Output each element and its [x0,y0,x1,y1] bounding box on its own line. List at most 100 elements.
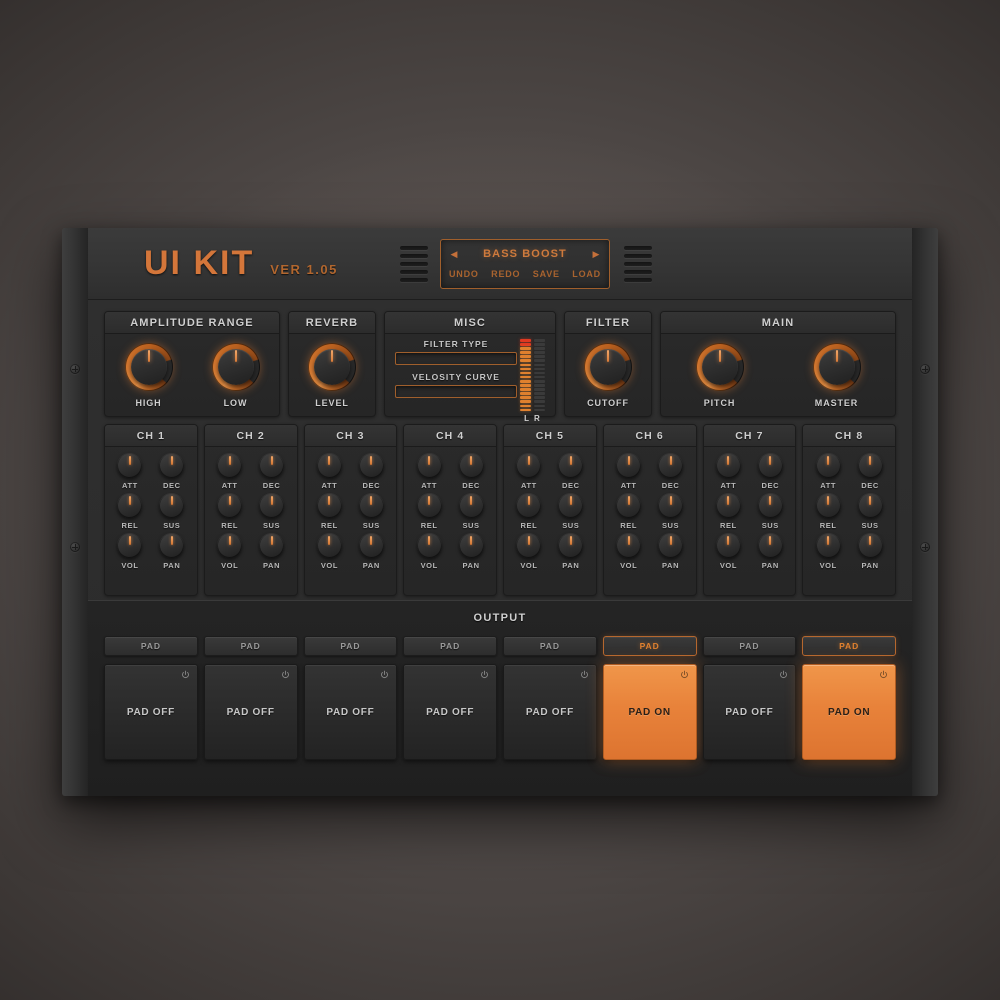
drum-pad[interactable]: PAD OFF [403,664,497,760]
knob-sus[interactable]: SUS [350,493,392,532]
knob-low-dial[interactable] [211,343,260,391]
knob-pan[interactable]: PAN [350,533,392,572]
preset-display[interactable]: ◀ BASS BOOST ▶ UNDO REDO SAVE LOAD [440,239,610,289]
knob-att-dial[interactable] [217,453,243,478]
knob-att-dial[interactable] [117,453,143,478]
knob-dec-dial[interactable] [358,453,384,478]
drum-pad[interactable]: PAD ON [602,664,697,760]
knob-pan-dial[interactable] [857,533,883,558]
preset-prev-icon[interactable]: ◀ [448,249,460,259]
knob-pan[interactable]: PAN [151,533,193,572]
knob-att-dial[interactable] [616,453,642,478]
knob-vol-dial[interactable] [117,533,143,558]
knob-sus-dial[interactable] [857,493,883,518]
knob-pan[interactable]: PAN [849,533,891,572]
knob-rel[interactable]: REL [408,493,450,532]
knob-vol-dial[interactable] [217,533,243,558]
knob-sus-dial[interactable] [358,493,384,518]
knob-dec[interactable]: DEC [251,453,293,492]
knob-rel-dial[interactable] [516,493,542,518]
knob-vol-dial[interactable] [815,533,841,558]
knob-att[interactable]: ATT [508,453,550,492]
knob-att-dial[interactable] [516,453,542,478]
knob-rel[interactable]: REL [807,493,849,532]
preset-next-icon[interactable]: ▶ [590,249,602,259]
power-icon[interactable] [580,670,589,679]
knob-rel[interactable]: REL [708,493,750,532]
knob-vol[interactable]: VOL [109,533,151,572]
knob-sus-dial[interactable] [757,493,783,518]
knob-cutoff-dial[interactable] [584,343,632,391]
redo-button[interactable]: REDO [491,269,520,279]
knob-vol-dial[interactable] [516,533,542,558]
knob-att[interactable]: ATT [109,453,151,492]
pad-select-button[interactable]: PAD [403,636,497,656]
knob-rel-dial[interactable] [616,493,642,518]
knob-sus[interactable]: SUS [749,493,791,532]
knob-rel-dial[interactable] [815,493,841,518]
knob-dec-dial[interactable] [159,453,185,478]
pad-select-button[interactable]: PAD [702,636,797,656]
knob-rel[interactable]: REL [608,493,650,532]
knob-pan-dial[interactable] [558,533,584,558]
power-icon[interactable] [281,670,290,679]
knob-pitch[interactable]: PITCH [695,343,744,408]
knob-att[interactable]: ATT [209,453,251,492]
knob-pan-dial[interactable] [259,533,285,558]
pad-select-button[interactable]: PAD [802,636,896,656]
knob-dec[interactable]: DEC [749,453,791,492]
undo-button[interactable]: UNDO [449,269,479,279]
knob-level-dial[interactable] [308,343,356,391]
pad-select-button[interactable]: PAD [602,636,697,656]
knob-vol-dial[interactable] [616,533,642,558]
knob-vol[interactable]: VOL [608,533,650,572]
knob-level[interactable]: LEVEL [308,343,356,408]
knob-pan-dial[interactable] [458,533,484,558]
knob-rel[interactable]: REL [209,493,251,532]
knob-pan[interactable]: PAN [450,533,492,572]
knob-vol[interactable]: VOL [508,533,550,572]
knob-att[interactable]: ATT [608,453,650,492]
knob-dec[interactable]: DEC [151,453,193,492]
knob-low[interactable]: LOW [211,343,260,408]
knob-sus-dial[interactable] [159,493,185,518]
knob-rel-dial[interactable] [715,493,741,518]
knob-att-dial[interactable] [715,453,741,478]
knob-dec[interactable]: DEC [550,453,592,492]
knob-pan-dial[interactable] [658,533,684,558]
load-button[interactable]: LOAD [572,269,601,279]
knob-sus[interactable]: SUS [849,493,891,532]
knob-vol-dial[interactable] [316,533,342,558]
knob-att-dial[interactable] [416,453,442,478]
power-icon[interactable] [380,670,389,679]
power-icon[interactable] [680,670,689,679]
knob-dec-dial[interactable] [558,453,584,478]
filter-type-input[interactable] [395,352,517,365]
drum-pad[interactable]: PAD ON [802,664,896,760]
knob-vol-dial[interactable] [715,533,741,558]
velocity-curve-input[interactable] [395,385,517,398]
knob-sus[interactable]: SUS [151,493,193,532]
knob-pan-dial[interactable] [358,533,384,558]
knob-sus-dial[interactable] [259,493,285,518]
knob-att[interactable]: ATT [309,453,351,492]
knob-sus[interactable]: SUS [650,493,692,532]
knob-pan-dial[interactable] [757,533,783,558]
power-icon[interactable] [181,670,190,679]
knob-cutoff[interactable]: CUTOFF [584,343,632,408]
knob-rel-dial[interactable] [416,493,442,518]
knob-rel[interactable]: REL [109,493,151,532]
pad-select-button[interactable]: PAD [104,636,198,656]
pad-select-button[interactable]: PAD [203,636,298,656]
knob-high[interactable]: HIGH [124,343,173,408]
drum-pad[interactable]: PAD OFF [203,664,298,760]
save-button[interactable]: SAVE [533,269,560,279]
drum-pad[interactable]: PAD OFF [303,664,398,760]
knob-rel[interactable]: REL [309,493,351,532]
knob-rel-dial[interactable] [217,493,243,518]
pad-select-button[interactable]: PAD [303,636,398,656]
knob-pan-dial[interactable] [159,533,185,558]
knob-dec-dial[interactable] [458,453,484,478]
knob-pan[interactable]: PAN [650,533,692,572]
knob-sus[interactable]: SUS [251,493,293,532]
